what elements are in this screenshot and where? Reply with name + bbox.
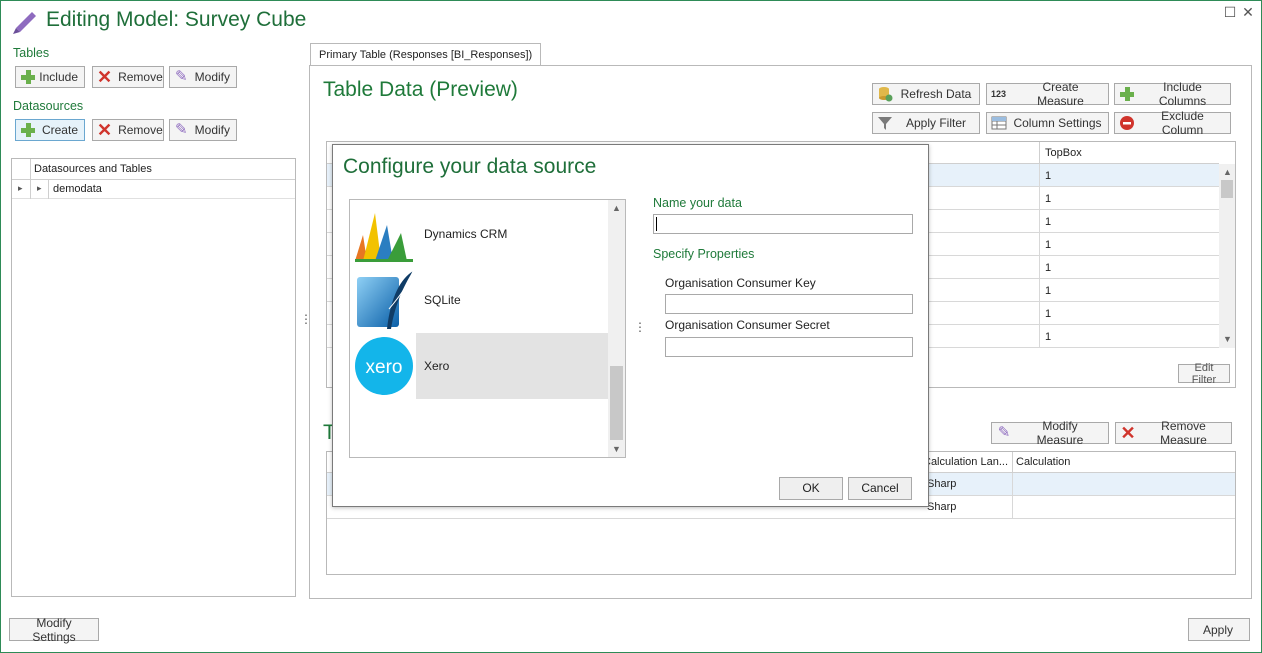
pencil-icon: ✎ [175,68,188,85]
scroll-thumb[interactable] [1221,180,1233,198]
tables-label: Tables [13,46,50,60]
scroll-up-icon[interactable]: ▲ [1223,167,1232,177]
list-item-sqlite[interactable]: SQLite [351,267,608,333]
scroll-down-icon[interactable]: ▼ [1223,334,1232,344]
modify-settings-button[interactable]: Modify Settings [9,616,99,644]
remove-datasource-button[interactable]: ✕ Remove [92,119,164,141]
plus-icon [1119,86,1135,102]
refresh-data-button[interactable]: Refresh Data [872,83,980,105]
name-your-data-label: Name your data [653,196,742,210]
numbers-123-icon: 123 [991,89,1007,99]
modify-datasource-button[interactable]: ✎ Modify [169,119,237,141]
dynamics-crm-icon [353,205,415,266]
datasource-tree[interactable]: Datasources and Tables ▸ ▸ demodata [11,158,296,597]
minus-circle-icon [1119,115,1135,131]
window-title: Editing Model: Survey Cube [46,8,307,31]
text-cursor [656,217,657,231]
exclude-column-button[interactable]: Exclude Column [1114,109,1231,137]
xero-icon: xero [354,336,414,399]
svg-text:xero: xero [366,357,403,378]
apply-button[interactable]: Apply [1188,618,1250,641]
close-button[interactable]: ✕ [1241,5,1255,19]
modify-measure-button[interactable]: ✎ Modify Measure [991,419,1109,447]
dialog-title: Configure your data source [343,155,597,178]
datasources-label: Datasources [13,99,84,113]
filter-icon [877,115,893,131]
tree-row[interactable]: ▸ ▸ demodata [12,180,295,199]
create-measure-button[interactable]: 123 Create Measure [986,80,1109,108]
consumer-key-input[interactable] [665,294,913,314]
remove-x-icon: ✕ [97,67,113,87]
pencil-icon: ✎ [175,121,188,138]
plus-icon [20,122,36,138]
apply-filter-button[interactable]: Apply Filter [872,112,980,134]
column-header-calc-language[interactable]: Calculation Lan... [923,456,1008,468]
list-scrollbar[interactable]: ▲ ▼ [608,200,625,457]
list-item-dynamics-crm[interactable]: Dynamics CRM [351,201,608,267]
scroll-down-icon[interactable]: ▼ [612,444,621,454]
chevron-right-icon[interactable]: ▸ [37,183,42,194]
database-refresh-icon [877,86,893,102]
include-table-button[interactable]: Include [15,66,85,88]
pencil-icon: ✎ [997,424,1011,441]
edit-filter-button[interactable]: Edit Filter [1178,362,1230,386]
ok-button[interactable]: OK [779,477,843,500]
specify-properties-label: Specify Properties [653,247,755,261]
table-data-title: Table Data (Preview) [323,78,518,101]
datasource-type-list[interactable]: Dynamics CRM SQLite xero Xero ▲ ▼ [349,199,626,458]
datasource-name-input[interactable] [653,214,913,234]
row-expand-icon[interactable]: ▸ [18,183,23,194]
create-datasource-button[interactable]: Create [15,119,85,141]
remove-measure-button[interactable]: ✕ Remove Measure [1115,419,1232,447]
cancel-button[interactable]: Cancel [848,477,912,500]
tree-item-demodata[interactable]: demodata [53,183,102,195]
grid-settings-icon [991,115,1007,131]
consumer-key-label: Organisation Consumer Key [665,276,816,290]
vertical-scrollbar[interactable]: ▲ ▼ [1219,164,1235,348]
consumer-secret-input[interactable] [665,337,913,357]
column-header-calculation[interactable]: Calculation [1016,456,1070,468]
tab-primary-table[interactable]: Primary Table (Responses [BI_Responses]) [310,43,542,66]
plus-icon [20,69,36,85]
remove-x-icon: ✕ [1120,423,1136,443]
remove-table-button[interactable]: ✕ Remove [92,66,164,88]
sqlite-icon [355,269,417,334]
configure-datasource-dialog: Configure your data source Dynamics CRM [332,144,929,507]
dialog-splitter[interactable]: ⋮ [634,320,646,334]
consumer-secret-label: Organisation Consumer Secret [665,318,830,332]
include-columns-button[interactable]: Include Columns [1114,80,1231,108]
column-settings-button[interactable]: Column Settings [986,112,1109,134]
scroll-thumb[interactable] [610,366,623,440]
pencil-icon [10,6,40,37]
scroll-up-icon[interactable]: ▲ [612,203,621,213]
list-item-xero[interactable]: xero Xero [351,333,608,399]
remove-x-icon: ✕ [97,120,113,140]
column-header-topbox[interactable]: TopBox [1045,147,1082,159]
maximize-button[interactable]: ☐ [1223,5,1237,19]
tree-header: Datasources and Tables [12,159,295,180]
modify-table-button[interactable]: ✎ Modify [169,66,237,88]
